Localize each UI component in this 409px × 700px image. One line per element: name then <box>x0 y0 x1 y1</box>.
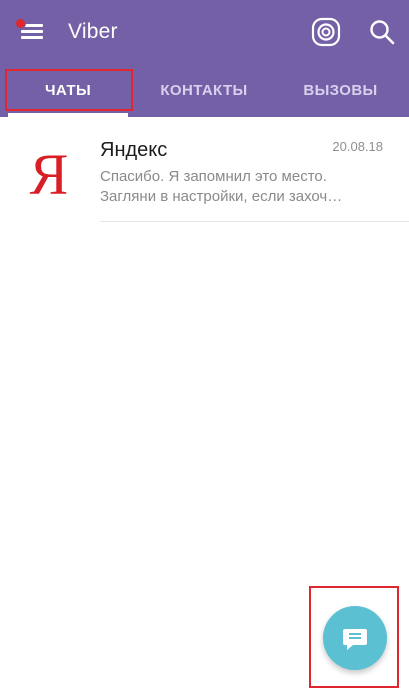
new-chat-button[interactable] <box>323 606 387 670</box>
viber-circle-icon <box>311 17 341 47</box>
yandex-logo-letter: Я <box>29 142 69 207</box>
stories-button[interactable] <box>310 16 342 48</box>
hamburger-menu-icon-line <box>21 30 43 33</box>
avatar: Я <box>16 142 82 208</box>
chat-divider <box>100 221 409 222</box>
chat-preview: Спасибо. Я запомнил это место. Загляни в… <box>100 167 380 207</box>
tab-bar: ЧАТЫ КОНТАКТЫ ВЫЗОВЫ <box>0 64 409 117</box>
chat-list-item[interactable]: Я Яндекс 20.08.18 Спасибо. Я запомнил эт… <box>0 117 409 223</box>
search-icon <box>370 20 395 45</box>
chat-name: Яндекс <box>100 139 168 161</box>
chat-date: 20.08.18 <box>332 139 383 154</box>
chat-preview-line-2: Загляни в настройки, если захоч… <box>100 188 343 205</box>
tab-chats[interactable]: ЧАТЫ <box>0 64 136 117</box>
notification-dot <box>15 18 26 29</box>
app-title: Viber <box>68 20 118 43</box>
hamburger-menu-icon-line <box>21 36 43 39</box>
tab-contacts[interactable]: КОНТАКТЫ <box>136 64 272 117</box>
menu-button[interactable] <box>14 18 46 46</box>
search-button[interactable] <box>366 16 398 48</box>
chat-preview-line-1: Спасибо. Я запомнил это место. <box>100 168 327 185</box>
new-chat-message-icon <box>343 629 367 650</box>
top-app-bar: Viber ЧАТЫ КОНТАКТЫ ВЫЗОВЫ <box>0 0 409 117</box>
tab-calls[interactable]: ВЫЗОВЫ <box>272 64 409 117</box>
